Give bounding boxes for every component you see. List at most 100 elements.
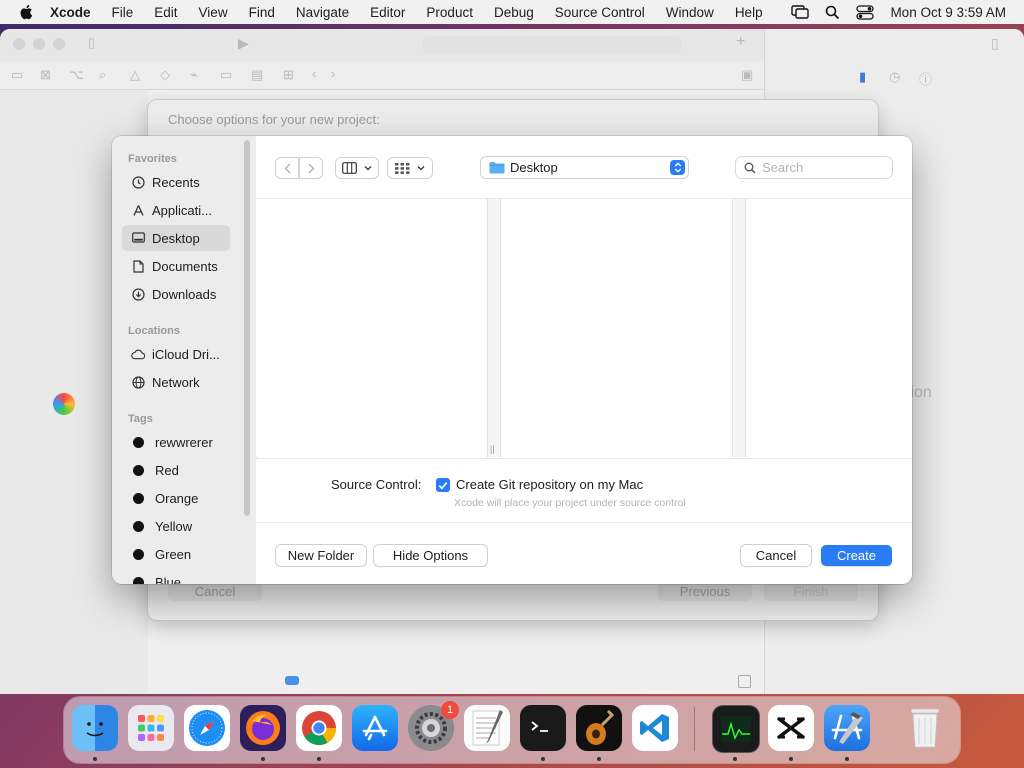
cancel-button[interactable]: Cancel: [741, 545, 811, 566]
dialog-sidebar: Favorites Recents Applicati... Desktop D…: [112, 136, 257, 584]
help-icon[interactable]: ⓘ: [919, 69, 932, 88]
download-icon: [131, 287, 145, 301]
globe-icon: [131, 375, 145, 389]
column-divider[interactable]: [732, 199, 746, 457]
sidebar-item-recents[interactable]: Recents: [122, 169, 230, 195]
location-popup[interactable]: Desktop: [481, 157, 688, 178]
group-button[interactable]: [388, 158, 432, 178]
sidebar-item-network[interactable]: Network: [122, 369, 230, 395]
menu-navigate[interactable]: Navigate: [296, 5, 349, 20]
dock-xcode-icon[interactable]: [824, 705, 870, 751]
sidebar-tag-yellow[interactable]: Yellow: [122, 513, 230, 539]
dock-activity-monitor-icon[interactable]: [712, 705, 760, 753]
sidebar-item-desktop[interactable]: Desktop: [122, 225, 230, 251]
back-icon[interactable]: ‹: [312, 66, 316, 81]
file-browser-columns[interactable]: ||: [256, 199, 912, 457]
menu-app-name[interactable]: Xcode: [50, 5, 91, 20]
debug-area-toggle-icon[interactable]: [738, 675, 751, 688]
hide-options-button[interactable]: Hide Options: [374, 545, 487, 566]
new-folder-button[interactable]: New Folder: [276, 545, 366, 566]
inspector-toggle-icon[interactable]: ▯: [991, 35, 999, 52]
forward-icon[interactable]: ›: [331, 66, 335, 81]
dock-garageband-icon[interactable]: [576, 705, 622, 751]
running-indicator: [317, 757, 321, 761]
sidebar-tag-red[interactable]: Red: [122, 457, 230, 483]
dock-finder-icon[interactable]: [72, 705, 118, 751]
sidebar-item-label: Documents: [152, 258, 218, 274]
menu-file[interactable]: File: [112, 5, 134, 20]
dock-firefox-icon[interactable]: [240, 705, 286, 751]
column-resize-grip[interactable]: ||: [490, 444, 495, 454]
menu-edit[interactable]: Edit: [154, 5, 177, 20]
back-button[interactable]: [276, 158, 298, 178]
tags-heading: Tags: [128, 413, 153, 425]
sidebar-toggle-icon[interactable]: ▯: [88, 35, 95, 51]
search-field[interactable]: Search: [736, 157, 892, 178]
debug-icon[interactable]: ⌁: [190, 67, 198, 83]
source-control-icon[interactable]: ⊠: [40, 67, 51, 83]
menu-window[interactable]: Window: [666, 5, 714, 20]
chevron-right-icon: [308, 163, 314, 173]
screen-mirroring-icon[interactable]: [791, 5, 810, 19]
breakpoint-icon[interactable]: ▭: [220, 67, 232, 83]
apple-icon[interactable]: [18, 3, 36, 21]
control-center-icon[interactable]: [856, 4, 875, 20]
issue-icon[interactable]: △: [130, 67, 140, 83]
dock-textedit-icon[interactable]: [464, 705, 510, 751]
dock-trash-icon[interactable]: [902, 705, 948, 751]
dock-launchpad-icon[interactable]: [128, 705, 174, 751]
spotlight-search-icon[interactable]: [825, 5, 840, 20]
filter-indicator[interactable]: [285, 676, 299, 685]
finish-button[interactable]: Finish: [764, 582, 858, 601]
sidebar-item-icloud[interactable]: iCloud Dri...: [122, 341, 230, 367]
sidebar-item-applications[interactable]: Applicati...: [122, 197, 230, 223]
menu-help[interactable]: Help: [735, 5, 763, 20]
menu-view[interactable]: View: [199, 5, 228, 20]
find-icon[interactable]: ⌕: [99, 67, 106, 83]
menu-editor[interactable]: Editor: [370, 5, 405, 20]
editor-options-icon[interactable]: ▣: [741, 67, 753, 83]
dock-terminal-icon[interactable]: [520, 705, 566, 751]
column-divider[interactable]: [487, 199, 501, 457]
dock-vscode-icon[interactable]: [632, 705, 678, 751]
menu-product[interactable]: Product: [426, 5, 473, 20]
sidebar-tag-rewwrerer[interactable]: rewwrerer: [122, 429, 230, 455]
git-repository-checkbox-label[interactable]: Create Git repository on my Mac: [456, 477, 643, 492]
dock-app-store-icon[interactable]: [352, 705, 398, 751]
menu-find[interactable]: Find: [249, 5, 275, 20]
add-icon[interactable]: +: [736, 33, 745, 51]
column-view-button[interactable]: [336, 158, 378, 178]
sidebar-item-label: rewwrerer: [155, 434, 213, 450]
folder-icon[interactable]: ▭: [11, 67, 23, 83]
test-icon[interactable]: ◇: [160, 67, 170, 83]
forward-button[interactable]: [300, 158, 322, 178]
close-window-button[interactable]: [13, 38, 25, 50]
create-button[interactable]: Create: [821, 545, 892, 566]
file-inspector-icon[interactable]: ▮: [859, 69, 866, 85]
sidebar-tag-green[interactable]: Green: [122, 541, 230, 567]
run-icon[interactable]: ▶: [238, 35, 249, 52]
sidebar-item-downloads[interactable]: Downloads: [122, 281, 230, 307]
sidebar-tag-blue[interactable]: Blue: [122, 569, 230, 584]
sidebar-item-label: Red: [155, 462, 179, 478]
git-repository-checkbox[interactable]: [436, 478, 450, 492]
dock-safari-icon[interactable]: [184, 705, 230, 751]
dock-chrome-icon[interactable]: [296, 705, 342, 751]
symbol-icon[interactable]: ⌥: [69, 67, 84, 83]
dock-capcut-icon[interactable]: [768, 705, 814, 751]
sidebar-item-label: iCloud Dri...: [152, 346, 220, 362]
menu-source-control[interactable]: Source Control: [555, 5, 645, 20]
history-icon[interactable]: ◷: [889, 69, 900, 85]
grid-icon[interactable]: ⊞: [283, 67, 294, 83]
sidebar-tag-orange[interactable]: Orange: [122, 485, 230, 511]
zoom-window-button[interactable]: [53, 38, 65, 50]
running-indicator: [597, 757, 601, 761]
menu-debug[interactable]: Debug: [494, 5, 534, 20]
minimize-window-button[interactable]: [33, 38, 45, 50]
previous-button[interactable]: Previous: [658, 582, 752, 601]
sidebar-item-documents[interactable]: Documents: [122, 253, 230, 279]
menu-clock[interactable]: Mon Oct 9 3:59 AM: [890, 5, 1006, 20]
sheet-cancel-button[interactable]: Cancel: [168, 582, 262, 601]
report-icon[interactable]: ▤: [251, 67, 263, 83]
sidebar-scrollbar[interactable]: [244, 140, 250, 516]
